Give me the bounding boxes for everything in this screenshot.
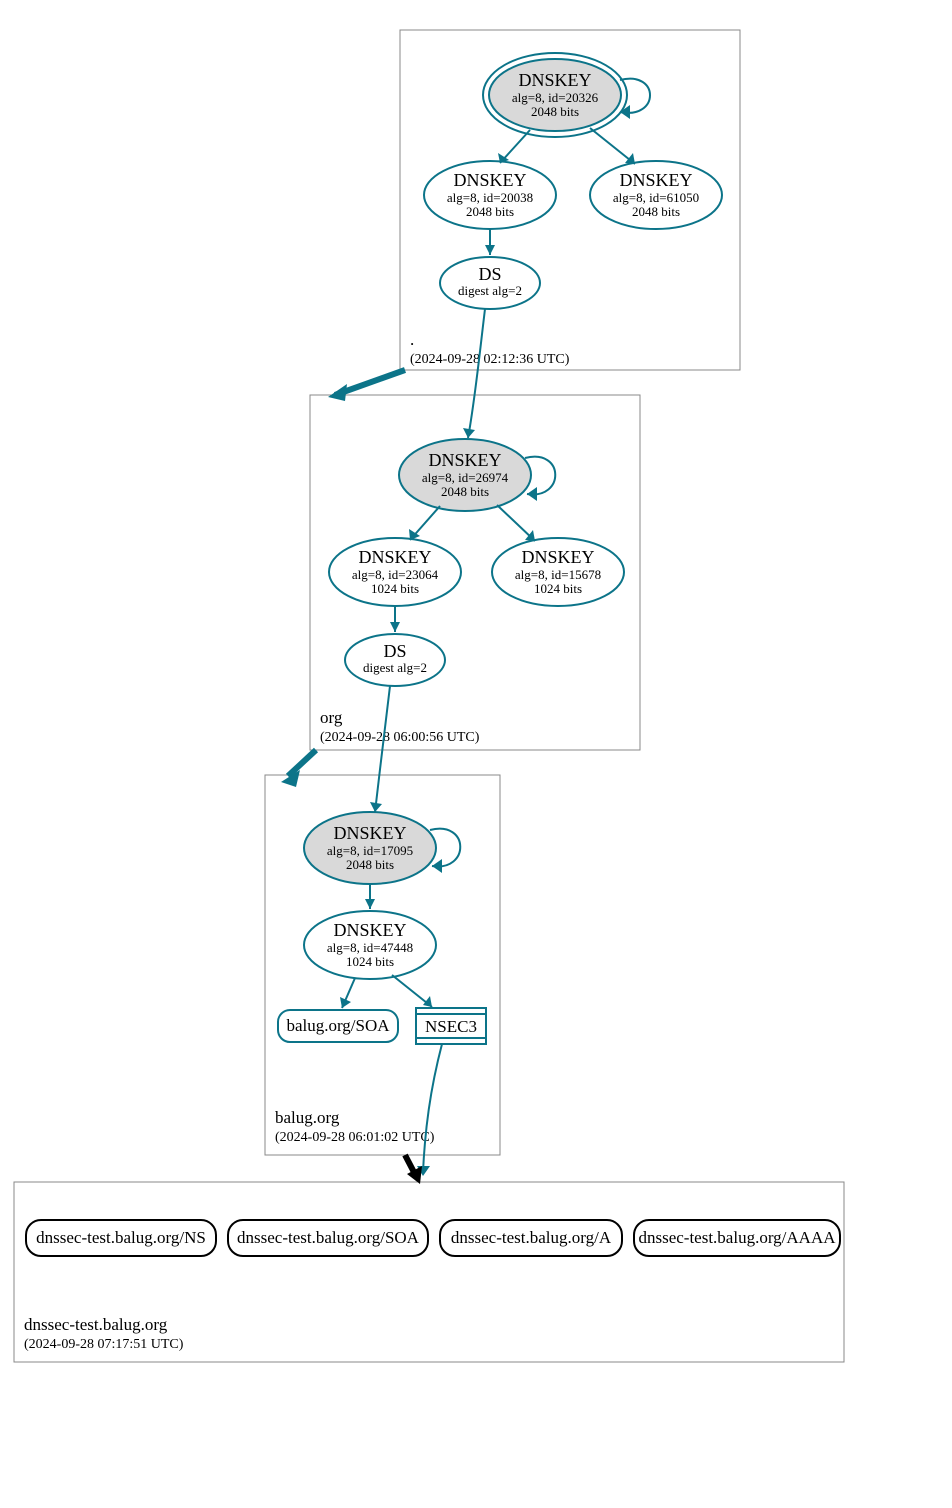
svg-text:alg=8, id=47448: alg=8, id=47448 <box>327 940 413 955</box>
balug-ksk-self-arrow <box>432 859 442 873</box>
svg-text:DNSKEY: DNSKEY <box>333 920 406 940</box>
svg-text:digest alg=2: digest alg=2 <box>458 283 522 298</box>
svg-text:1024 bits: 1024 bits <box>371 581 419 596</box>
svg-text:digest alg=2: digest alg=2 <box>363 660 427 675</box>
root-zsk2-node[interactable]: DNSKEY alg=8, id=61050 2048 bits <box>590 161 722 229</box>
edge-rootksk-zsk2 <box>590 128 635 164</box>
balug-soa-node[interactable]: balug.org/SOA <box>278 1010 398 1042</box>
svg-text:dnssec-test.balug.org/A: dnssec-test.balug.org/A <box>451 1228 612 1247</box>
svg-text:DNSKEY: DNSKEY <box>518 70 591 90</box>
zone-root-name: . <box>410 330 414 349</box>
svg-text:dnssec-test.balug.org/SOA: dnssec-test.balug.org/SOA <box>237 1228 420 1247</box>
svg-text:1024 bits: 1024 bits <box>346 954 394 969</box>
svg-text:1024 bits: 1024 bits <box>534 581 582 596</box>
balug-ksk-node[interactable]: DNSKEY alg=8, id=17095 2048 bits <box>304 812 436 884</box>
svg-text:DNSKEY: DNSKEY <box>521 547 594 567</box>
svg-text:alg=8, id=17095: alg=8, id=17095 <box>327 843 413 858</box>
dnssec-diagram: . (2024-09-28 02:12:36 UTC) DNSKEY alg=8… <box>0 0 952 1508</box>
zone-root-time: (2024-09-28 02:12:36 UTC) <box>410 352 570 367</box>
svg-text:2048 bits: 2048 bits <box>466 204 514 219</box>
arrow-rootds-orgksk <box>463 428 475 438</box>
svg-text:2048 bits: 2048 bits <box>441 484 489 499</box>
svg-text:DNSKEY: DNSKEY <box>619 170 692 190</box>
svg-text:DNSKEY: DNSKEY <box>333 823 406 843</box>
arrow-balugksk-zsk <box>365 899 375 909</box>
arrow-root-to-org-deleg <box>328 384 347 401</box>
svg-text:2048 bits: 2048 bits <box>632 204 680 219</box>
svg-text:alg=8, id=23064: alg=8, id=23064 <box>352 567 439 582</box>
svg-text:DNSKEY: DNSKEY <box>453 170 526 190</box>
org-ds-node[interactable]: DS digest alg=2 <box>345 634 445 686</box>
arrow-rootksk-zsk2 <box>625 153 635 164</box>
svg-text:NSEC3: NSEC3 <box>425 1017 477 1036</box>
zone-org-time: (2024-09-28 06:00:56 UTC) <box>320 730 480 745</box>
edge-nsec3-down <box>423 1044 442 1172</box>
root-zsk1-node[interactable]: DNSKEY alg=8, id=20038 2048 bits <box>424 161 556 229</box>
svg-text:2048 bits: 2048 bits <box>531 104 579 119</box>
edge-rootds-orgksk <box>468 309 485 438</box>
root-ds-node[interactable]: DS digest alg=2 <box>440 257 540 309</box>
rr-ns-node[interactable]: dnssec-test.balug.org/NS <box>26 1220 216 1256</box>
edge-orgds-balugksk <box>375 686 390 812</box>
svg-text:DS: DS <box>478 264 501 284</box>
zone-dnssectest-box <box>14 1182 844 1362</box>
svg-text:alg=8, id=15678: alg=8, id=15678 <box>515 567 601 582</box>
org-ksk-self-arrow <box>527 487 537 501</box>
svg-text:balug.org/SOA: balug.org/SOA <box>286 1016 390 1035</box>
zone-dnssectest-name: dnssec-test.balug.org <box>24 1315 168 1334</box>
balug-nsec3-node[interactable]: NSEC3 <box>416 1008 486 1044</box>
balug-zsk-node[interactable]: DNSKEY alg=8, id=47448 1024 bits <box>304 911 436 979</box>
root-ksk-node[interactable]: DNSKEY alg=8, id=20326 2048 bits <box>483 53 627 137</box>
svg-text:alg=8, id=61050: alg=8, id=61050 <box>613 190 699 205</box>
svg-text:DS: DS <box>383 641 406 661</box>
zone-balug-time: (2024-09-28 06:01:02 UTC) <box>275 1130 435 1145</box>
arrow-rootzsk1-ds <box>485 245 495 255</box>
svg-text:dnssec-test.balug.org/NS: dnssec-test.balug.org/NS <box>36 1228 206 1247</box>
arrow-orgds-balugksk <box>370 802 382 812</box>
zone-balug-name: balug.org <box>275 1108 340 1127</box>
svg-text:DNSKEY: DNSKEY <box>428 450 501 470</box>
svg-text:alg=8, id=20326: alg=8, id=20326 <box>512 90 599 105</box>
svg-text:DNSKEY: DNSKEY <box>358 547 431 567</box>
svg-text:alg=8, id=20038: alg=8, id=20038 <box>447 190 533 205</box>
rr-a-node[interactable]: dnssec-test.balug.org/A <box>440 1220 622 1256</box>
zone-dnssectest-time: (2024-09-28 07:17:51 UTC) <box>24 1337 184 1352</box>
org-ksk-node[interactable]: DNSKEY alg=8, id=26974 2048 bits <box>399 439 531 511</box>
org-zsk1-node[interactable]: DNSKEY alg=8, id=23064 1024 bits <box>329 538 461 606</box>
svg-text:alg=8, id=26974: alg=8, id=26974 <box>422 470 509 485</box>
zone-org-name: org <box>320 708 343 727</box>
rr-soa-node[interactable]: dnssec-test.balug.org/SOA <box>228 1220 428 1256</box>
arrow-orgzsk1-ds <box>390 622 400 632</box>
edge-org-to-balug-deleg <box>288 750 316 776</box>
rr-aaaa-node[interactable]: dnssec-test.balug.org/AAAA <box>634 1220 840 1256</box>
svg-text:dnssec-test.balug.org/AAAA: dnssec-test.balug.org/AAAA <box>638 1228 836 1247</box>
org-zsk2-node[interactable]: DNSKEY alg=8, id=15678 1024 bits <box>492 538 624 606</box>
svg-text:2048 bits: 2048 bits <box>346 857 394 872</box>
